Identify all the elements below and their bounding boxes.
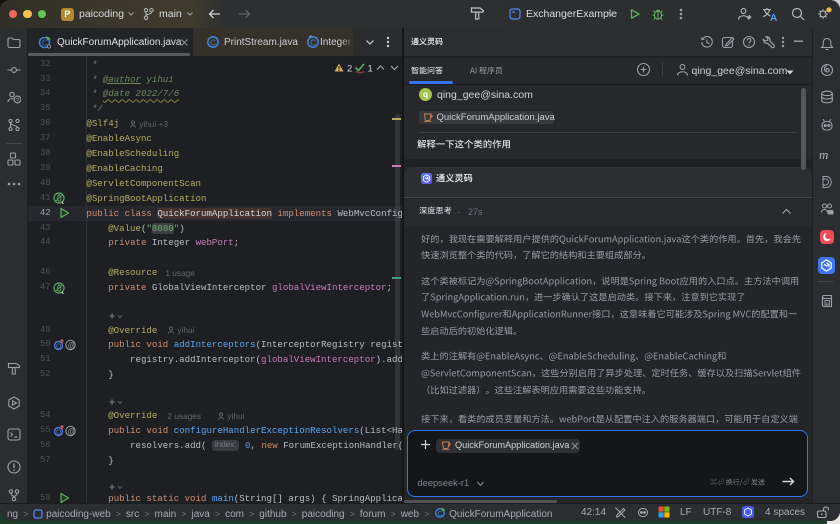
svg-text:C: C <box>438 511 443 518</box>
svg-text:A: A <box>826 300 829 305</box>
svg-text:C: C <box>310 38 316 47</box>
svg-text:@: @ <box>68 341 76 350</box>
svg-text:2: 2 <box>347 64 352 75</box>
svg-text:O: O <box>56 343 62 350</box>
svg-text:O: O <box>56 429 62 436</box>
svg-text:1: 1 <box>368 64 373 75</box>
svg-text:C: C <box>210 38 216 47</box>
svg-text:?: ? <box>16 97 20 104</box>
svg-text:A: A <box>770 13 777 22</box>
svg-text:@: @ <box>68 426 76 435</box>
